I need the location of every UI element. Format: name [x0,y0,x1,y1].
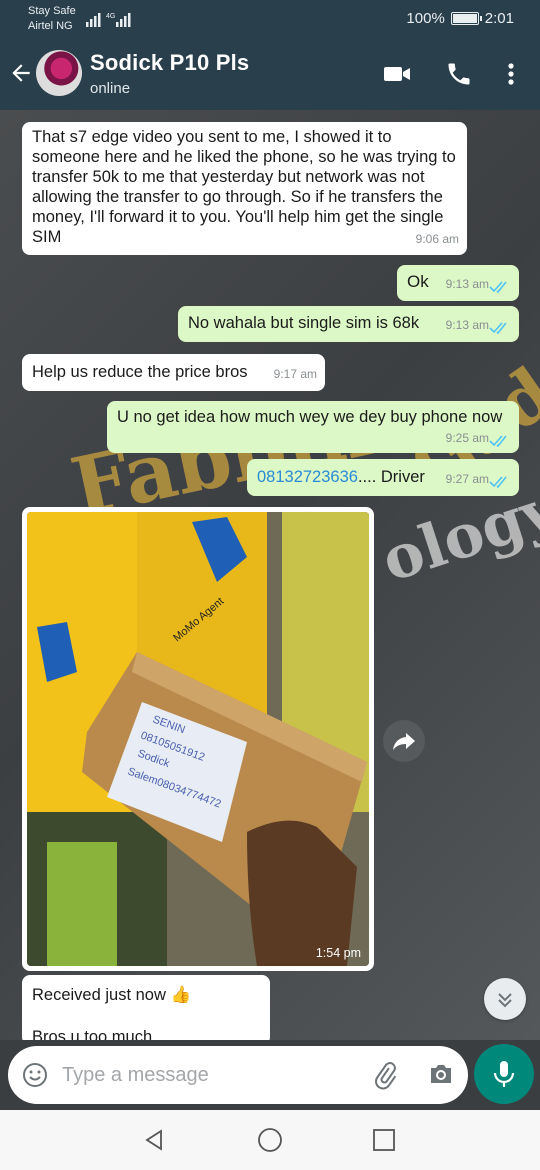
contact-status: online [90,80,131,97]
forward-button[interactable] [383,720,425,762]
clock: 2:01 [484,10,514,27]
message-time: 9:06 am [415,232,459,246]
nav-back-icon[interactable] [142,1128,166,1152]
read-ticks-icon [489,281,507,293]
photo-illustration: MoMo Agent SENIN 08105051912 Sodick Sale… [27,512,369,966]
image-time: 1:54 pm [315,946,361,960]
system-nav-bar [0,1110,540,1170]
read-ticks-icon [489,476,507,488]
chat-area[interactable]: Fabbin Gadgets ology That s7 edge video … [0,110,540,1040]
message-text: Received just now 👍 [32,986,192,1004]
forward-icon [393,733,415,750]
more-vert-icon[interactable] [498,60,524,88]
nav-recents-icon[interactable] [372,1128,396,1152]
carrier-line-1: Stay Safe [28,5,76,17]
message-text: Bros u too much [32,1028,153,1040]
message-time: 9:13 am [445,318,489,332]
camera-icon[interactable] [428,1062,454,1086]
read-ticks-icon [489,435,507,447]
message-text: Help us reduce the price bros [32,363,248,381]
message-input-bar: Type a message [0,1040,540,1110]
avatar[interactable] [36,50,82,96]
carrier-info: Stay Safe Airtel NG [28,4,76,34]
read-ticks-icon [489,322,507,334]
battery-percent: 100% [406,10,445,27]
carrier-line-2: Airtel NG [28,20,73,32]
message-text: No wahala but single sim is 68k [188,314,420,332]
message-time: 9:25 am [445,431,489,445]
message-incoming[interactable]: Help us reduce the price bros 9:17 am [22,354,325,391]
video-call-icon[interactable] [382,60,412,88]
message-incoming[interactable]: That s7 edge video you sent to me, I sho… [22,122,467,255]
nav-home-icon[interactable] [257,1127,283,1153]
message-outgoing[interactable]: U no get idea how much wey we dey buy ph… [107,401,519,453]
phone-icon[interactable] [444,60,474,88]
message-outgoing[interactable]: No wahala but single sim is 68k 9:13 am [178,306,519,342]
message-time: 9:17 am [273,367,317,381]
chevron-double-down-icon [498,993,512,1008]
message-incoming[interactable]: Received just now 👍 Bros u too much [22,975,270,1040]
package-photo[interactable]: MoMo Agent SENIN 08105051912 Sodick Sale… [27,512,369,966]
attach-icon[interactable] [370,1060,400,1090]
message-text: Ok [407,272,429,291]
message-text: .... Driver [357,468,425,486]
message-text: That s7 edge video you sent to me, I sho… [32,128,456,246]
message-text: U no get idea how much wey we dey buy ph… [117,408,503,426]
back-arrow-icon[interactable] [8,60,34,86]
phone-number-link[interactable]: 08132723636 [257,468,358,486]
status-bar: Stay Safe Airtel NG 4G 100% 2:01 [0,0,540,38]
contact-name[interactable]: Sodick P10 Pls [90,50,249,76]
scroll-to-bottom-button[interactable] [484,978,526,1020]
message-input-placeholder: Type a message [62,1064,209,1086]
emoji-icon[interactable] [22,1062,48,1088]
network-type: 4G [106,13,115,20]
message-time: 9:13 am [445,277,489,291]
mic-icon [493,1061,515,1087]
message-input[interactable]: Type a message [8,1046,468,1104]
message-outgoing[interactable]: Ok 9:13 am [397,265,519,301]
message-time: 9:27 am [445,472,489,486]
battery-icon [450,12,482,25]
message-outgoing[interactable]: 08132723636.... Driver 9:27 am [247,459,519,496]
signal-icon: 4G [86,13,131,27]
mic-button[interactable] [474,1044,534,1104]
image-message[interactable]: MoMo Agent SENIN 08105051912 Sodick Sale… [22,507,374,971]
chat-header: Sodick P10 Pls online [0,38,540,110]
